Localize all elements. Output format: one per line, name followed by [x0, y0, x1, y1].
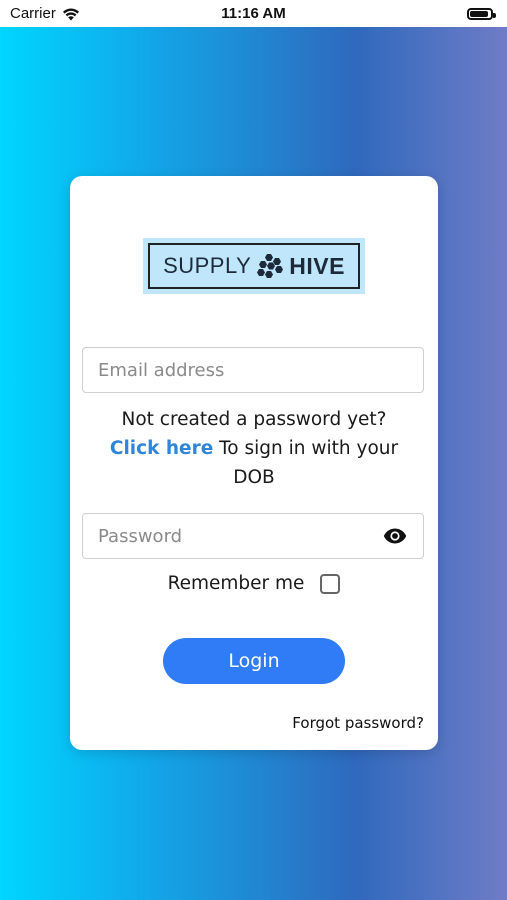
logo-word-hive: HIVE: [289, 252, 345, 279]
battery-fill: [470, 10, 488, 17]
email-field-wrapper: [82, 347, 424, 393]
honeycomb-icon: [257, 254, 284, 278]
info-rest-1: To sign in with your: [219, 438, 399, 459]
info-line-1: Not created a password yet?: [121, 409, 387, 430]
remember-me-row: Remember me: [70, 573, 438, 594]
logo-frame: SUPPLY HIVE: [148, 243, 360, 289]
status-bar: Carrier 11:16 AM: [0, 0, 507, 27]
status-left: Carrier: [10, 5, 80, 22]
info-line-2: Click here To sign in with your: [70, 434, 438, 463]
click-here-link[interactable]: Click here: [110, 438, 213, 459]
eye-icon[interactable]: [383, 527, 407, 545]
login-button[interactable]: Login: [163, 638, 345, 684]
battery-icon: [467, 7, 496, 20]
password-input[interactable]: [83, 514, 423, 558]
info-line-3: DOB: [233, 467, 275, 488]
logo-word-supply: SUPPLY: [163, 253, 252, 278]
wifi-icon: [62, 7, 79, 20]
carrier-label: Carrier: [10, 5, 56, 22]
dob-sign-in-info: Not created a password yet? Click here T…: [70, 405, 438, 492]
forgot-password-link[interactable]: Forgot password?: [292, 714, 424, 732]
password-field-wrapper: [82, 513, 424, 559]
supply-hive-logo: SUPPLY HIVE: [143, 238, 365, 294]
remember-me-label: Remember me: [167, 573, 305, 594]
email-input[interactable]: [83, 348, 423, 392]
remember-me-checkbox[interactable]: [320, 573, 341, 594]
login-card: SUPPLY HIVE Not created a password yet? …: [70, 176, 438, 750]
